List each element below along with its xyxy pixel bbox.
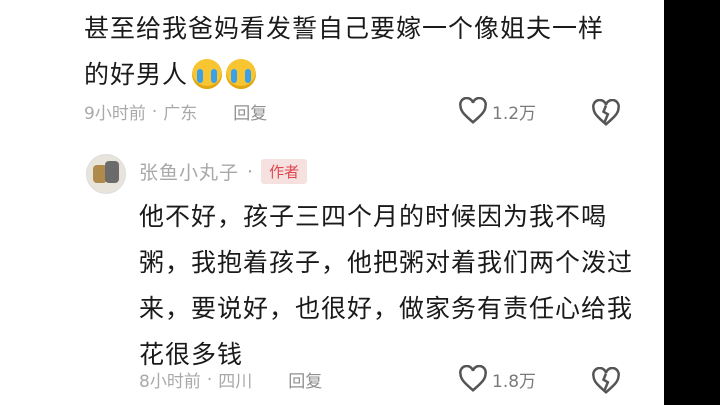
meta-separator: · <box>206 369 213 390</box>
broken-heart-icon <box>592 98 620 126</box>
author-name[interactable]: 张鱼小丸子 <box>139 158 239 185</box>
dislike-button[interactable] <box>591 366 621 399</box>
comment-body: 他不好，孩子三四个月的时候因为我不喝粥，我抱着孩子，他把粥对着我们两个泼过来，要… <box>139 194 639 378</box>
reply-button[interactable]: 回复 <box>288 367 322 392</box>
heart-outline-icon <box>459 97 487 124</box>
author-badge: 作者 <box>261 159 308 184</box>
dislike-button[interactable] <box>591 98 621 131</box>
video-edge-bar <box>664 0 720 405</box>
meta-separator: · <box>151 101 158 122</box>
comment-location: 广东 <box>163 104 198 124</box>
heart-outline-icon <box>459 365 487 392</box>
crying-emoji-icon <box>192 59 223 89</box>
comment-time: 8小时前 <box>139 372 201 392</box>
comment-body: 甚至给我爸妈看发誓自己要嫁一个像姐夫一样的好男人 <box>84 6 624 98</box>
comment-location: 四川 <box>218 372 253 392</box>
reply-button[interactable]: 回复 <box>233 99 267 124</box>
like-button[interactable]: 1.8万 <box>458 365 536 393</box>
comment-meta: 9小时前 · 广东 回复 <box>84 99 267 125</box>
like-count: 1.2万 <box>492 103 537 124</box>
author-row: 张鱼小丸子 · 作者 <box>139 158 308 185</box>
comment-meta: 8小时前 · 四川 回复 <box>139 367 322 393</box>
avatar[interactable] <box>86 154 126 194</box>
comment-text: 甚至给我爸妈看发誓自己要嫁一个像姐夫一样的好男人 <box>84 14 605 89</box>
crying-emoji-icon <box>226 59 257 89</box>
comment-time: 9小时前 <box>84 104 146 124</box>
author-separator: · <box>247 160 254 183</box>
like-count: 1.8万 <box>492 371 537 392</box>
comment-text: 他不好，孩子三四个月的时候因为我不喝粥，我抱着孩子，他把粥对着我们两个泼过来，要… <box>139 202 634 369</box>
like-button[interactable]: 1.2万 <box>458 97 536 125</box>
comment-thread: 甚至给我爸妈看发誓自己要嫁一个像姐夫一样的好男人 9小时前 · 广东 回复 1.… <box>0 0 664 405</box>
broken-heart-icon <box>592 366 620 394</box>
